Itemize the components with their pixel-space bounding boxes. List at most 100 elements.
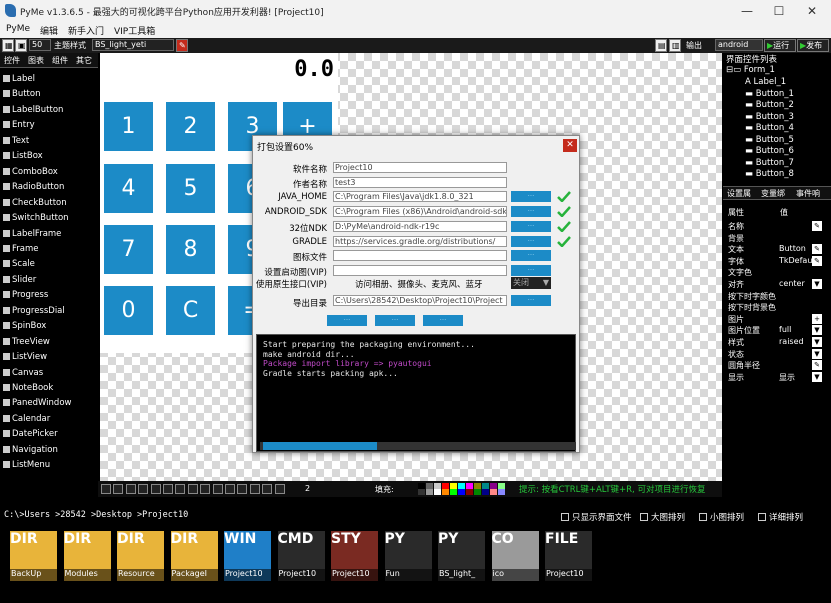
file-file-project10[interactable]: FILE Project10 <box>545 531 592 581</box>
native-api-select[interactable]: 关闭 ▼ <box>511 277 551 289</box>
control-labelframe[interactable]: LabelFrame <box>3 227 61 242</box>
property-value[interactable]: raised <box>779 337 813 346</box>
palette-swatch[interactable] <box>482 489 489 495</box>
field-browse-button[interactable]: ··· <box>511 264 551 276</box>
file-dir-resource[interactable]: DIR Resource <box>117 531 164 581</box>
platform-select[interactable]: android <box>715 39 763 51</box>
control-progressdial[interactable]: ProgressDial <box>3 304 65 319</box>
key-0[interactable]: 0 <box>104 286 153 335</box>
key-5[interactable]: 5 <box>166 164 215 213</box>
property-value[interactable]: 显示 <box>779 372 813 383</box>
tab-components[interactable]: 组件 <box>52 55 68 66</box>
palette-swatch[interactable] <box>418 489 425 495</box>
select-icon[interactable] <box>237 484 248 494</box>
tree-item-button-5[interactable]: ▬ Button_5 <box>745 135 794 145</box>
run-button[interactable]: ▶运行 <box>764 39 796 52</box>
property-edit-button[interactable]: ▼ <box>812 325 822 336</box>
field-browse-button[interactable]: ··· <box>511 206 551 218</box>
line-icon[interactable] <box>125 484 136 494</box>
current-path[interactable]: C:\>Users >28542 >Desktop >Project10 <box>4 510 188 520</box>
property-value[interactable]: full <box>779 325 813 334</box>
key-8[interactable]: 8 <box>166 225 215 274</box>
field-input-vip[interactable] <box>333 264 507 276</box>
snap-icon[interactable]: ▣ <box>15 39 27 52</box>
control-panedwindow[interactable]: PanedWindow <box>3 396 71 411</box>
property-edit-button[interactable]: ▼ <box>812 371 822 382</box>
file-cmd-project10[interactable]: CMD Project10 <box>277 531 325 581</box>
control-canvas[interactable]: Canvas <box>3 366 43 381</box>
pack-button-1[interactable]: ··· <box>327 315 367 326</box>
file-dir-modules[interactable]: DIR Modules <box>63 531 111 581</box>
dialog-close-icon[interactable]: ✕ <box>563 139 577 152</box>
control-calendar[interactable]: Calendar <box>3 412 50 427</box>
property-edit-button[interactable]: ▼ <box>812 348 822 359</box>
property-edit-button[interactable]: ✎ <box>812 244 822 255</box>
tree-item-button-1[interactable]: ▬ Button_1 <box>745 89 794 99</box>
property-edit-button[interactable]: ✎ <box>812 360 822 371</box>
field-input-gradle[interactable]: https://services.gradle.org/distribution… <box>333 235 507 247</box>
size-field[interactable]: 50 <box>29 39 51 51</box>
palette-swatch[interactable] <box>466 489 473 495</box>
file-dir-backup[interactable]: DIR BackUp <box>10 531 57 581</box>
theme-select[interactable]: BS_light_yeti <box>92 39 174 51</box>
tab-controls[interactable]: 控件 <box>4 55 20 66</box>
tree-item-button-3[interactable]: ▬ Button_3 <box>745 112 794 122</box>
file-dir-packagei[interactable]: DIR PackageI <box>170 531 218 581</box>
control-entry[interactable]: Entry <box>3 118 35 133</box>
details-checkbox[interactable]: 详细排列 <box>758 511 803 523</box>
layer-icon[interactable] <box>274 484 285 494</box>
pack-button-3[interactable]: ··· <box>423 315 463 326</box>
tab-properties[interactable]: 设置属 <box>727 188 751 199</box>
layout-icon[interactable]: ▤ <box>655 39 667 52</box>
minimize-icon[interactable]: — <box>730 2 764 20</box>
calculator-display[interactable]: 0.0 <box>294 57 334 82</box>
control-frame[interactable]: Frame <box>3 242 38 257</box>
theme-edit-icon[interactable]: ✎ <box>176 39 188 52</box>
key-1[interactable]: 1 <box>104 102 153 151</box>
control-datepicker[interactable]: DatePicker <box>3 427 58 442</box>
rectangle-icon[interactable] <box>163 484 173 494</box>
tab-charts[interactable]: 图表 <box>28 55 44 66</box>
cylinder-icon[interactable] <box>200 484 211 494</box>
round-rect-icon[interactable] <box>187 484 198 494</box>
align-icon[interactable] <box>262 484 273 494</box>
field-input-java-home[interactable]: C:\Program Files\Java\jdk1.8.0_321 <box>333 191 507 203</box>
key-7[interactable]: 7 <box>104 225 153 274</box>
control-text[interactable]: Text <box>3 134 29 149</box>
maximize-icon[interactable]: ☐ <box>762 2 796 20</box>
palette-swatch[interactable] <box>498 489 505 495</box>
preview-icon[interactable]: ▥ <box>669 39 681 52</box>
control-switchbutton[interactable]: SwitchButton <box>3 211 69 226</box>
tree-item-label-1[interactable]: A Label_1 <box>745 77 786 87</box>
control-listview[interactable]: ListView <box>3 350 47 365</box>
control-progress[interactable]: Progress <box>3 288 48 303</box>
triangle-icon[interactable] <box>150 484 161 494</box>
key-c[interactable]: C <box>166 286 215 335</box>
property-edit-button[interactable]: ▼ <box>812 337 822 347</box>
field-input-item[interactable]: test3 <box>333 176 507 188</box>
tab-other[interactable]: 其它 <box>76 55 92 66</box>
palette-swatch[interactable] <box>442 489 449 495</box>
tree-item-button-6[interactable]: ▬ Button_6 <box>745 146 794 156</box>
control-listbox[interactable]: ListBox <box>3 149 43 164</box>
file-sty-project10[interactable]: STY Project10 <box>331 531 378 581</box>
menu-vip-tools[interactable]: VIP工具箱 <box>114 24 155 37</box>
file-co-ico[interactable]: CO ico <box>491 531 539 581</box>
control-radiobutton[interactable]: RadioButton <box>3 180 64 195</box>
grid-icon[interactable]: ▦ <box>2 39 14 52</box>
pencil-icon[interactable] <box>113 484 124 494</box>
tree-item-button-8[interactable]: ▬ Button_8 <box>745 169 794 179</box>
tab-variables[interactable]: 变量绑 <box>761 188 785 199</box>
control-checkbutton[interactable]: CheckButton <box>3 196 67 211</box>
property-edit-button[interactable]: ✎ <box>812 255 822 266</box>
color-icon[interactable] <box>249 484 260 494</box>
palette-swatch[interactable] <box>458 489 465 495</box>
property-value[interactable]: center <box>779 279 813 288</box>
tab-events[interactable]: 事件响 <box>796 188 820 199</box>
palette-swatch[interactable] <box>490 489 497 495</box>
large-icons-checkbox[interactable]: 大图排列 <box>640 511 685 523</box>
close-icon[interactable]: ✕ <box>795 2 829 20</box>
tree-item-button-4[interactable]: ▬ Button_4 <box>745 123 794 133</box>
file-py-bs-light[interactable]: PY BS_light_ <box>438 531 485 581</box>
key-2[interactable]: 2 <box>166 102 215 151</box>
